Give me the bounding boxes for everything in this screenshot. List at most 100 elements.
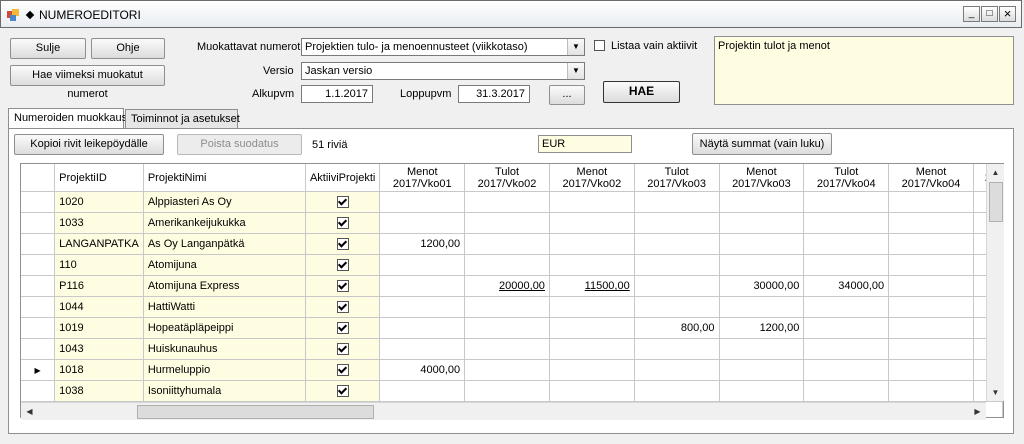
- cell-value[interactable]: [464, 296, 550, 318]
- cell-value[interactable]: [888, 212, 974, 234]
- chevron-down-icon[interactable]: ▼: [567, 39, 584, 55]
- row-header[interactable]: [21, 275, 56, 297]
- cell-project-id[interactable]: 1019: [54, 317, 144, 339]
- active-checkbox[interactable]: [336, 363, 349, 376]
- cell-value[interactable]: [379, 191, 466, 213]
- cell-value[interactable]: [719, 338, 805, 360]
- cell-project-id[interactable]: 1020: [54, 191, 144, 213]
- tab-numeroiden-muokkaus[interactable]: Numeroiden muokkaus: [8, 108, 127, 129]
- row-header[interactable]: [21, 317, 56, 339]
- cell-value[interactable]: [379, 212, 466, 234]
- cell-value[interactable]: [888, 233, 974, 255]
- active-checkbox[interactable]: [336, 279, 349, 292]
- vertical-scroll-thumb[interactable]: [989, 182, 1003, 222]
- cell-value[interactable]: [888, 191, 974, 213]
- cell-value[interactable]: [379, 275, 466, 297]
- cell-active-project[interactable]: [305, 275, 381, 297]
- cell-value[interactable]: [719, 212, 805, 234]
- column-header[interactable]: Tulot 2017/Vko04: [803, 164, 890, 192]
- scroll-right-icon[interactable]: ▶: [969, 403, 986, 420]
- cell-value[interactable]: 1200,00: [379, 233, 466, 255]
- cell-active-project[interactable]: [305, 233, 381, 255]
- cell-value[interactable]: [803, 191, 890, 213]
- table-row[interactable]: 1019 Hopeatäpläpeippi 800,00 1200,00: [21, 317, 1003, 339]
- end-date-field[interactable]: 31.3.2017: [458, 85, 530, 103]
- column-header[interactable]: ProjektiID: [54, 164, 144, 192]
- column-header[interactable]: Tulot 2017/Vko03: [634, 164, 720, 192]
- cell-active-project[interactable]: [305, 359, 381, 381]
- cell-value[interactable]: [803, 359, 890, 381]
- search-button[interactable]: HAE: [603, 81, 680, 103]
- version-combo[interactable]: Jaskan versio ▼: [301, 62, 585, 80]
- vertical-scrollbar[interactable]: ▲ ▼: [986, 164, 1004, 401]
- cell-active-project[interactable]: [305, 296, 381, 318]
- cell-value[interactable]: [803, 338, 890, 360]
- table-row[interactable]: P116 Atomijuna Express 20000,00 11500,00 300…: [21, 275, 1003, 297]
- row-header[interactable]: [21, 380, 56, 402]
- cell-value[interactable]: [803, 296, 890, 318]
- row-header[interactable]: [21, 233, 56, 255]
- cell-value[interactable]: [803, 317, 890, 339]
- currency-field[interactable]: EUR: [538, 135, 632, 153]
- cell-value[interactable]: [379, 380, 466, 402]
- cell-active-project[interactable]: [305, 212, 381, 234]
- cell-active-project[interactable]: [305, 380, 381, 402]
- cell-project-name[interactable]: Amerikankeijukukka: [143, 212, 306, 234]
- table-row[interactable]: 110 Atomijuna: [21, 254, 1003, 276]
- cell-value[interactable]: [803, 212, 890, 234]
- cell-value[interactable]: [464, 254, 550, 276]
- row-header[interactable]: [21, 338, 56, 360]
- data-grid[interactable]: ProjektiID ProjektiNimi AktiiviProjekti Men…: [20, 163, 1004, 418]
- table-row[interactable]: LANGANPATKA As Oy Langanpätkä 1200,00: [21, 233, 1003, 255]
- cell-value[interactable]: [464, 317, 550, 339]
- active-checkbox[interactable]: [336, 321, 349, 334]
- cell-value[interactable]: [549, 254, 635, 276]
- table-row[interactable]: 1038 Isoniittyhumala: [21, 380, 1003, 402]
- cell-project-name[interactable]: Alppiasteri As Oy: [143, 191, 306, 213]
- column-header[interactable]: Tulot 2017/Vko02: [464, 164, 550, 192]
- cell-project-name[interactable]: Huiskunauhus: [143, 338, 306, 360]
- cell-value[interactable]: [888, 254, 974, 276]
- column-header[interactable]: AktiiviProjekti: [305, 164, 381, 192]
- cell-value[interactable]: [888, 359, 974, 381]
- cell-value[interactable]: [888, 275, 974, 297]
- cell-value[interactable]: [549, 359, 635, 381]
- cell-project-name[interactable]: Hurmeluppio: [143, 359, 306, 381]
- cell-value[interactable]: [634, 275, 720, 297]
- cell-value[interactable]: [379, 296, 466, 318]
- scroll-down-icon[interactable]: ▼: [987, 384, 1004, 401]
- recent-numbers-button[interactable]: Hae viimeksi muokatut numerot: [10, 65, 165, 100]
- cell-project-id[interactable]: 1043: [54, 338, 144, 360]
- cell-value[interactable]: [464, 233, 550, 255]
- row-header[interactable]: [21, 212, 56, 234]
- date-picker-button[interactable]: ...: [549, 85, 585, 105]
- cell-value[interactable]: [464, 212, 550, 234]
- cell-value[interactable]: [888, 317, 974, 339]
- table-row[interactable]: ▶ 1018 Hurmeluppio 4000,00: [21, 359, 1003, 381]
- cell-value[interactable]: [634, 233, 720, 255]
- row-header[interactable]: [21, 296, 56, 318]
- cell-project-name[interactable]: HattiWatti: [143, 296, 306, 318]
- cell-project-id[interactable]: P116: [54, 275, 144, 297]
- cell-project-id[interactable]: 1038: [54, 380, 144, 402]
- cell-value[interactable]: [634, 380, 720, 402]
- cell-value[interactable]: [464, 359, 550, 381]
- cell-project-id[interactable]: LANGANPATKA: [54, 233, 144, 255]
- cell-value[interactable]: [549, 233, 635, 255]
- cell-value[interactable]: [549, 296, 635, 318]
- cell-value[interactable]: [464, 191, 550, 213]
- copy-rows-button[interactable]: Kopioi rivit leikepöydälle: [14, 134, 164, 155]
- cell-value[interactable]: 11500,00: [549, 275, 635, 297]
- numbers-combo[interactable]: Projektien tulo- ja menoennusteet (viikk…: [301, 38, 585, 56]
- cell-value[interactable]: 20000,00: [464, 275, 550, 297]
- cell-value[interactable]: [634, 359, 720, 381]
- cell-value[interactable]: [888, 338, 974, 360]
- cell-value[interactable]: [803, 254, 890, 276]
- column-header[interactable]: Menot 2017/Vko03: [719, 164, 805, 192]
- cell-value[interactable]: [719, 380, 805, 402]
- cell-value[interactable]: 34000,00: [803, 275, 890, 297]
- cell-active-project[interactable]: [305, 191, 381, 213]
- cell-value[interactable]: [634, 212, 720, 234]
- active-checkbox[interactable]: [336, 195, 349, 208]
- column-header[interactable]: Menot 2017/Vko04: [888, 164, 974, 192]
